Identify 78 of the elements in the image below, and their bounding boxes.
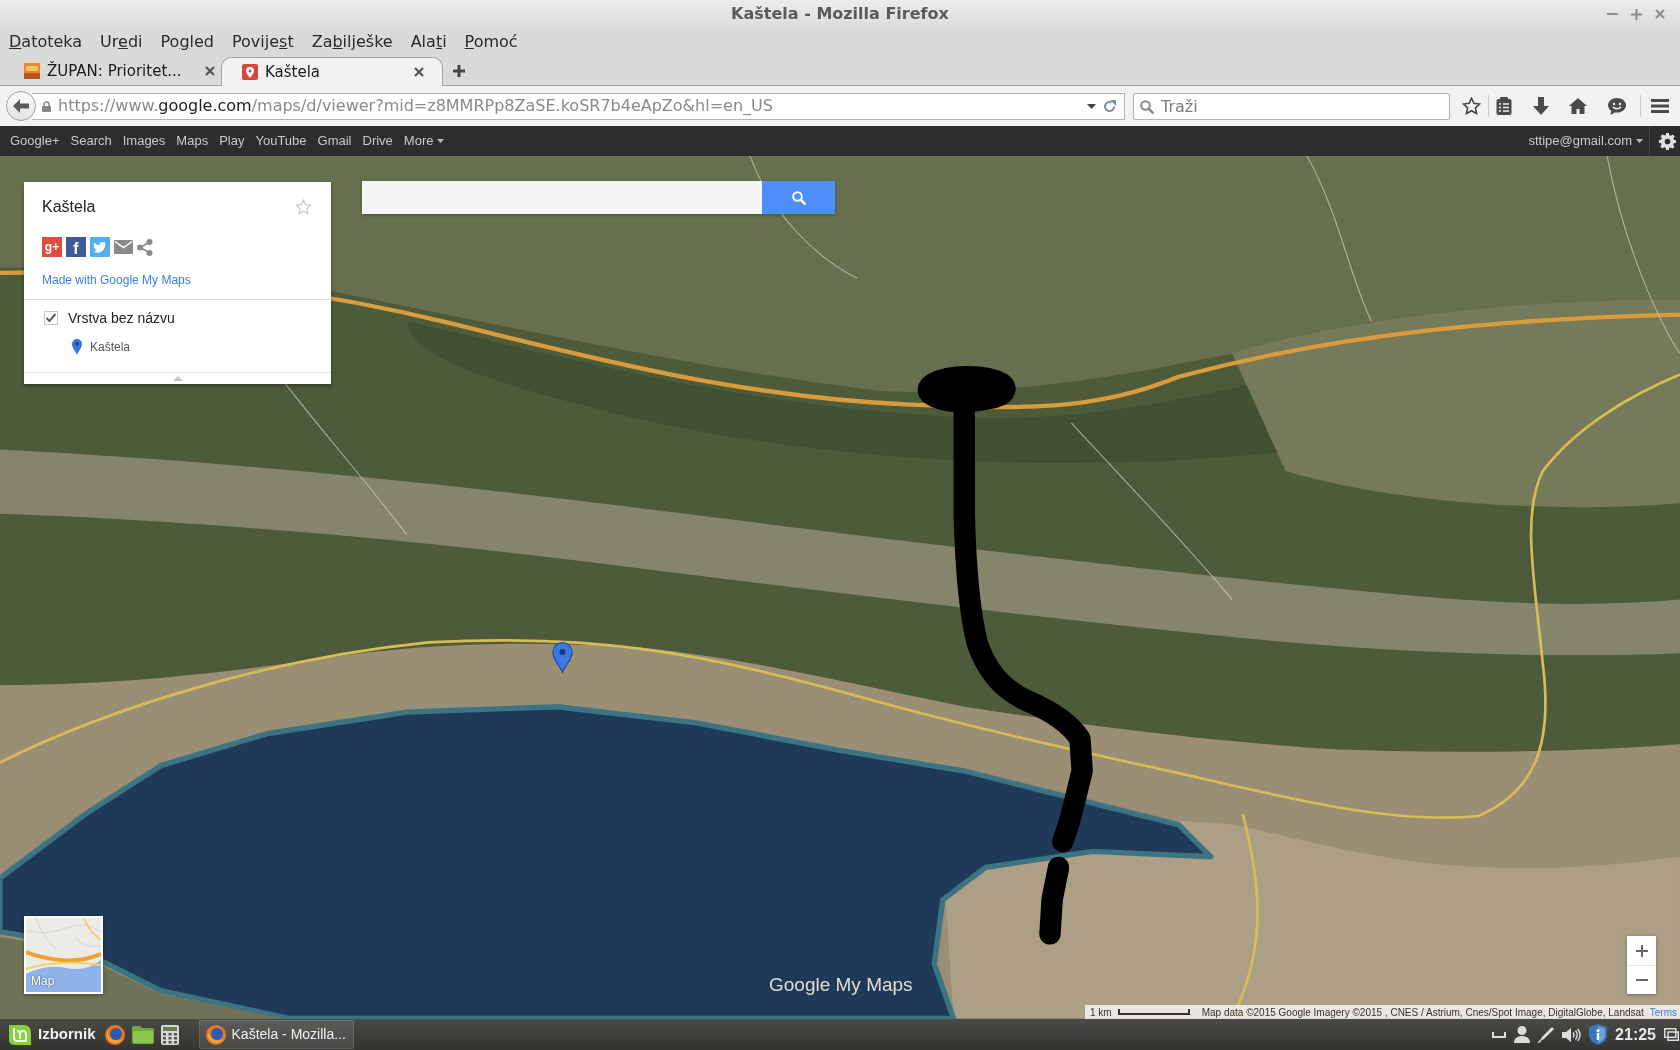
windows-icon[interactable] xyxy=(1664,1028,1679,1041)
layer-name: Vrstva bez názvu xyxy=(68,309,175,328)
folder-icon[interactable] xyxy=(131,1025,154,1044)
menu-item[interactable]: Alati xyxy=(401,31,456,53)
nav-link[interactable]: YouTube xyxy=(255,131,307,151)
menu-item[interactable]: Datoteka xyxy=(0,31,92,53)
caret-icon xyxy=(437,139,445,143)
lock-icon xyxy=(42,100,51,112)
attribution-text: Map data ©2015 Google Imagery ©2015 , CNES / Astrium, Cnes/Spot Image, DigitalGlobe, Landsat xyxy=(1201,1005,1644,1019)
browser-globe-icon[interactable] xyxy=(104,1024,125,1045)
caret-icon xyxy=(1636,139,1643,143)
chat-bubble-icon[interactable] xyxy=(1608,97,1626,115)
menu-item[interactable]: Pomoć xyxy=(455,31,527,53)
reload-icon[interactable] xyxy=(1103,99,1116,113)
gplus-share-button[interactable]: g+ xyxy=(42,237,62,257)
plus-icon xyxy=(1635,944,1648,957)
clipboard-icon[interactable] xyxy=(1496,97,1512,115)
nav-link[interactable]: Drive xyxy=(362,131,393,151)
email-icon[interactable] xyxy=(114,240,133,254)
back-arrow-icon xyxy=(13,99,29,113)
search-icon xyxy=(1140,99,1154,114)
search-field[interactable]: Traži xyxy=(1133,92,1450,120)
map-search-field[interactable] xyxy=(362,181,762,214)
map-logo: Google My Maps xyxy=(769,974,913,996)
maximize-icon[interactable] xyxy=(1631,8,1642,20)
more-menu-button[interactable]: More xyxy=(403,131,445,151)
menu-icon[interactable] xyxy=(1651,99,1669,113)
map-pin-icon[interactable] xyxy=(552,641,573,673)
home-icon[interactable] xyxy=(1569,98,1587,114)
menu-item[interactable]: Uredi xyxy=(91,31,152,53)
search-icon xyxy=(791,190,806,205)
nav-link[interactable]: Gmail xyxy=(317,131,352,151)
menu-item[interactable]: Pogled xyxy=(151,31,223,53)
nav-link[interactable]: Maps xyxy=(176,131,209,151)
close-icon[interactable] xyxy=(205,66,215,76)
nav-link[interactable]: Play xyxy=(219,131,245,151)
start-logo-icon xyxy=(9,1024,31,1045)
address-field[interactable]: https://www.google.com/maps/d/viewer?mid=z8MMRPp8ZaSE.koSR7b4eApZo&hl=en_US xyxy=(32,92,1125,120)
browser-tab[interactable]: Kaštela xyxy=(221,57,443,86)
nav-link[interactable]: Images xyxy=(122,131,166,151)
scale-label: 1 km xyxy=(1090,1005,1112,1019)
map-title: Kaštela xyxy=(42,197,96,217)
taskbar-window-button[interactable]: Kaštela - Mozilla... xyxy=(198,1020,354,1049)
dropdown-caret-icon[interactable] xyxy=(1087,103,1096,109)
speaker-icon[interactable] xyxy=(1562,1027,1582,1042)
layer-checkbox[interactable] xyxy=(44,311,58,325)
minus-icon xyxy=(1635,979,1648,981)
back-button[interactable] xyxy=(6,91,36,121)
share-icon[interactable] xyxy=(137,238,153,256)
place-item[interactable]: Kaštela xyxy=(90,338,131,356)
zoom-out-button[interactable] xyxy=(1627,965,1656,994)
close-icon[interactable] xyxy=(414,67,424,77)
account-menu-button[interactable]: sttipe@gmail.com xyxy=(1528,131,1643,151)
menu-item[interactable]: Povijest xyxy=(223,31,303,53)
scale-bar-icon xyxy=(1117,1009,1190,1015)
shield-icon[interactable] xyxy=(1589,1024,1608,1045)
user-icon[interactable] xyxy=(1514,1026,1531,1043)
clock-time: 21:25 xyxy=(1615,1024,1656,1045)
nav-link[interactable]: Google+ xyxy=(10,131,60,151)
plus-icon[interactable] xyxy=(453,65,465,77)
menu-item[interactable]: Zabilješke xyxy=(302,31,402,53)
pen-icon[interactable] xyxy=(1538,1026,1555,1043)
down-arrow-icon[interactable] xyxy=(1533,97,1549,115)
favicon-icon xyxy=(242,64,258,80)
start-menu-button[interactable]: Izbornik xyxy=(9,1020,96,1049)
browser-globe-icon xyxy=(205,1024,226,1045)
browser-tab[interactable]: ŽUPAN: Prioritet... xyxy=(16,57,221,85)
star-icon[interactable] xyxy=(1462,97,1481,115)
map-pin-icon xyxy=(72,339,82,355)
zoom-in-button[interactable] xyxy=(1627,936,1656,965)
bracket-icon[interactable] xyxy=(1492,1031,1507,1038)
calculator-icon[interactable] xyxy=(160,1024,179,1045)
nav-link[interactable]: Search xyxy=(70,131,112,151)
window-title: Kaštela - Mozilla Firefox xyxy=(731,3,949,25)
facebook-share-button[interactable]: f xyxy=(66,237,86,257)
favicon-icon xyxy=(24,63,40,79)
credit-link[interactable]: Made with Google My Maps xyxy=(42,273,191,287)
settings-icon[interactable] xyxy=(1659,132,1676,150)
